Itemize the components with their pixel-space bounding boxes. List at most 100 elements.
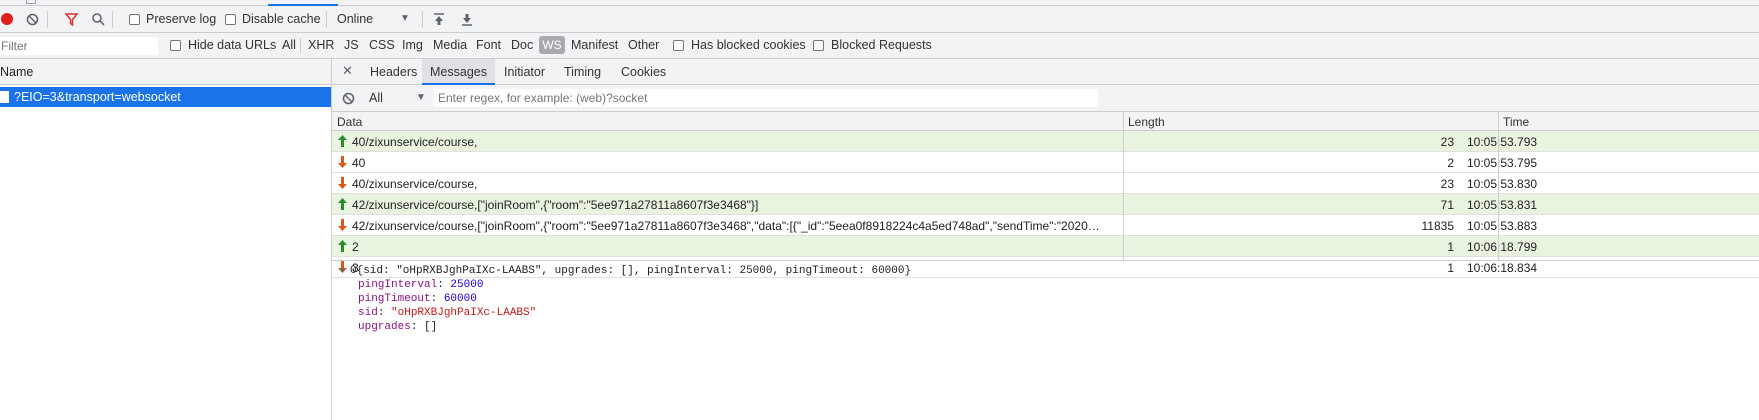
message-row[interactable]: 42/zixunservice/course,["joinRoom",{"roo… [332,215,1759,236]
tab-initiator[interactable]: Initiator [500,59,549,85]
message-data: 40/zixunservice/course, [352,177,478,191]
property-value: "oHpRXBJghPaIXc-LAABS" [391,307,537,319]
message-length: 11835 [1421,219,1454,233]
type-filter-xhr[interactable]: XHR [308,38,334,52]
property-line[interactable]: pingTimeout: 60000 [358,293,477,305]
record-icon[interactable] [1,13,13,25]
message-data: 42/zixunservice/course,["joinRoom",{"roo… [352,219,1100,233]
column-length[interactable]: Length [1128,115,1165,129]
disable-cache-label: Disable cache [242,12,321,26]
hide-data-urls-label: Hide data URLs [188,38,277,52]
preserve-log-label: Preserve log [146,12,217,26]
tab-messages[interactable]: Messages [422,59,495,85]
message-time: 10:05:53.883 [1467,219,1538,233]
column-divider[interactable] [1123,112,1124,260]
message-time: 10:05:53.795 [1467,156,1538,170]
column-data[interactable]: Data [337,115,362,129]
message-summary[interactable]: 0{sid: "oHpRXBJghPaIXc-LAABS", upgrades:… [350,265,911,277]
type-filter-font[interactable]: Font [476,38,501,52]
blocked-requests-label: Blocked Requests [831,38,932,52]
websocket-file-icon [0,91,9,103]
message-time: 10:05:53.831 [1467,198,1538,212]
property-line[interactable]: sid: "oHpRXBJghPaIXc-LAABS" [358,307,536,319]
search-icon[interactable] [92,13,105,26]
down-arrow-icon [338,156,347,168]
divider [47,11,48,28]
block-icon[interactable] [342,92,355,105]
property-value: 60000 [443,293,477,305]
message-data: 42/zixunservice/course,["joinRoom",{"roo… [352,198,759,212]
column-divider[interactable] [1498,112,1499,260]
has-blocked-cookies-checkbox[interactable] [673,40,684,51]
message-data: 2 [352,240,359,254]
has-blocked-cookies-label: Has blocked cookies [691,38,806,52]
property-line[interactable]: pingInterval: 25000 [358,279,483,291]
property-value: [] [424,321,438,333]
message-row[interactable]: 2 1 10:06:18.799 [332,236,1759,257]
property-key: upgrades [358,321,411,333]
type-filter-js[interactable]: JS [344,38,359,52]
panel-icon [26,0,36,4]
request-list: Name ?EIO=3&transport=websocket [0,59,332,420]
import-icon[interactable] [433,13,445,26]
up-arrow-icon [338,240,347,252]
down-arrow-icon [338,177,347,189]
dropdown-icon[interactable]: ▼ [416,92,426,103]
disable-cache-checkbox[interactable] [225,14,236,25]
export-icon[interactable] [461,13,473,26]
property-line[interactable]: upgrades: [] [358,321,437,333]
hide-data-urls-checkbox[interactable] [170,40,181,51]
type-filter-css[interactable]: CSS [369,38,395,52]
throttle-select[interactable]: Online [337,12,373,26]
message-row[interactable]: 40/zixunservice/course, 23 10:05:53.793 [332,131,1759,152]
blocked-requests-checkbox[interactable] [813,40,824,51]
message-row[interactable]: 40 2 10:05:53.795 [332,152,1759,173]
type-filter-all[interactable]: All [282,38,296,52]
type-filter-ws[interactable]: WS [539,36,565,54]
up-arrow-icon [338,198,347,210]
filter-input[interactable] [1,38,157,54]
type-filter-manifest[interactable]: Manifest [571,38,618,52]
property-separator: : [377,307,392,319]
preserve-log-checkbox[interactable] [129,14,140,25]
column-time[interactable]: Time [1503,115,1529,129]
grid-header: Data Length Time [332,112,1759,131]
message-length: 2 [1447,156,1454,170]
dropdown-icon[interactable]: ▼ [400,13,410,24]
tab-headers[interactable]: Headers [366,59,421,85]
message-length: 71 [1440,198,1454,212]
tab-cookies[interactable]: Cookies [617,59,670,85]
message-detail: ▼ 0{sid: "oHpRXBJghPaIXc-LAABS", upgrade… [332,260,1759,420]
property-key: sid [358,307,378,319]
regex-filter-input[interactable] [434,89,1098,107]
property-separator: : [410,321,425,333]
network-toolbar: Preserve log Disable cache Online ▼ [0,6,1759,33]
filter-icon[interactable] [65,13,78,26]
message-row[interactable]: 42/zixunservice/course,["joinRoom",{"roo… [332,194,1759,215]
type-filter-doc[interactable]: Doc [511,38,533,52]
filter-input-wrap [0,37,158,55]
detail-tabs: ✕ Headers Messages Initiator Timing Cook… [332,59,1759,85]
type-filter-other[interactable]: Other [628,38,659,52]
property-value: 25000 [450,279,484,291]
messages-filter-bar: All ▼ [332,85,1759,112]
property-separator: : [437,279,451,291]
expand-triangle-icon[interactable]: ▼ [340,267,345,276]
message-row[interactable]: 40/zixunservice/course, 23 10:05:53.830 [332,173,1759,194]
close-icon[interactable]: ✕ [342,59,353,83]
message-time: 10:05:53.793 [1467,135,1538,149]
message-type-select[interactable]: All [369,91,383,105]
message-data: 40 [352,156,366,170]
property-key: pingTimeout [358,293,431,305]
up-arrow-icon [338,135,347,147]
clear-icon[interactable] [26,13,39,26]
divider [300,38,301,53]
message-length: 23 [1440,177,1454,191]
message-length: 1 [1447,240,1454,254]
type-filter-img[interactable]: Img [402,38,423,52]
down-arrow-icon [338,219,347,231]
name-column-header[interactable]: Name [0,59,331,85]
type-filter-media[interactable]: Media [433,38,467,52]
tab-timing[interactable]: Timing [560,59,605,85]
request-row-selected[interactable]: ?EIO=3&transport=websocket [0,87,331,107]
